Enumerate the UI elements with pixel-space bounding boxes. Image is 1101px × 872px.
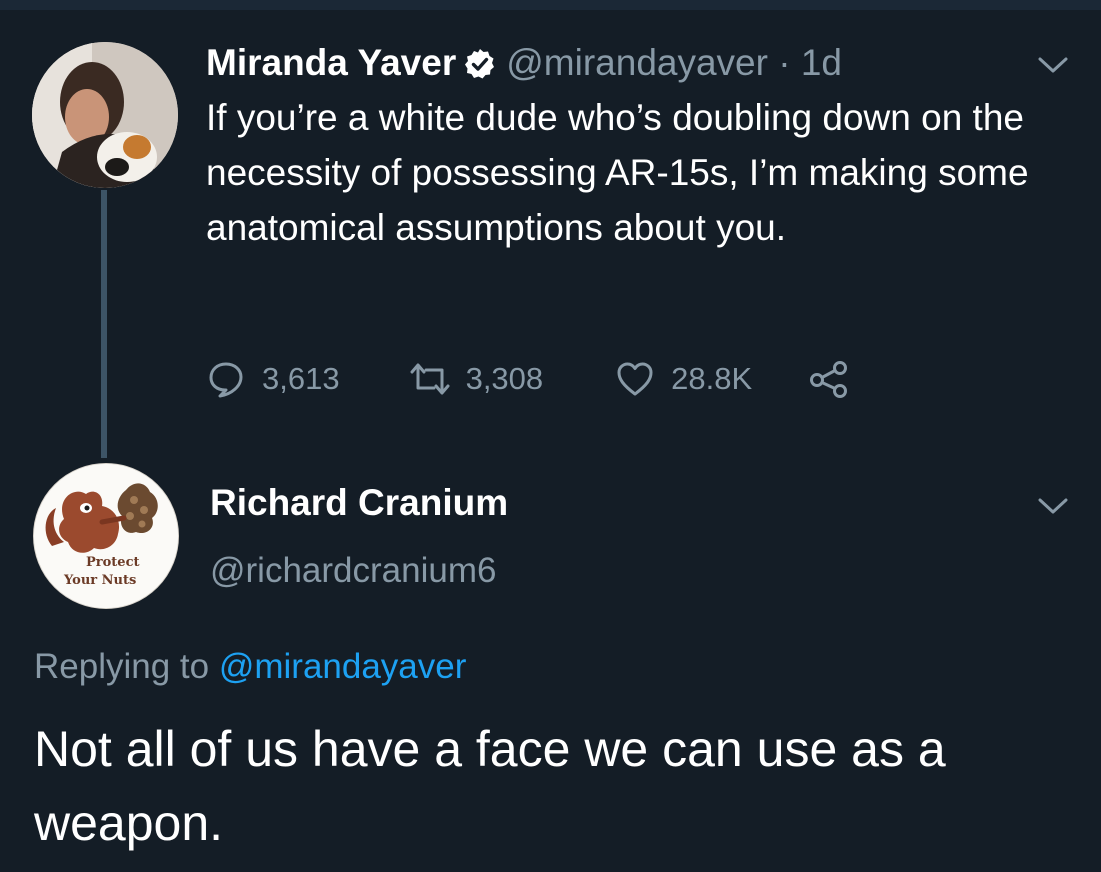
display-name[interactable]: Richard Cranium <box>210 478 508 528</box>
chevron-down-icon[interactable] <box>1036 495 1070 517</box>
verified-badge-icon <box>464 47 496 79</box>
avatar[interactable]: Protect Your Nuts <box>33 463 179 609</box>
retweet-count: 3,308 <box>465 361 544 396</box>
top-bar-strip <box>0 0 1101 10</box>
replying-to-mention-link[interactable]: @mirandayaver <box>219 647 467 686</box>
time-separator: · <box>767 42 801 83</box>
reply-count: 3,613 <box>262 361 340 396</box>
retweet-icon <box>410 363 450 395</box>
handle[interactable]: @richardcranium6 <box>210 546 496 596</box>
like-button[interactable]: 28.8K <box>615 359 752 399</box>
avatar[interactable] <box>32 42 178 188</box>
replying-to-line: Replying to @mirandayaver <box>34 642 466 692</box>
reply-button[interactable]: 3,613 <box>206 359 340 399</box>
replying-to-label: Replying to <box>34 647 219 686</box>
thread-connector-line <box>101 190 107 458</box>
handle[interactable]: @mirandayaver <box>506 42 768 84</box>
tweet-text: Not all of us have a face we can use as … <box>34 721 946 851</box>
share-button[interactable] <box>808 359 850 399</box>
reply-bubble-icon <box>209 362 243 398</box>
chevron-down-icon[interactable] <box>1036 54 1070 76</box>
tweet-header: Miranda Yaver @mirandayaver · 1d <box>206 38 842 88</box>
heart-icon <box>617 362 653 396</box>
like-count: 28.8K <box>671 361 753 396</box>
retweet-button[interactable]: 3,308 <box>408 359 544 399</box>
tweet-actions: 3,613 3,308 28.8K <box>206 356 850 402</box>
timestamp[interactable]: 1d <box>801 42 842 84</box>
tweet-text: If you’re a white dude who’s doubling do… <box>206 97 1029 248</box>
display-name[interactable]: Miranda Yaver <box>206 42 456 84</box>
avatar-caption-line1: Protect <box>86 555 140 570</box>
share-icon <box>810 361 848 398</box>
avatar-caption-line2: Your Nuts <box>63 573 136 588</box>
